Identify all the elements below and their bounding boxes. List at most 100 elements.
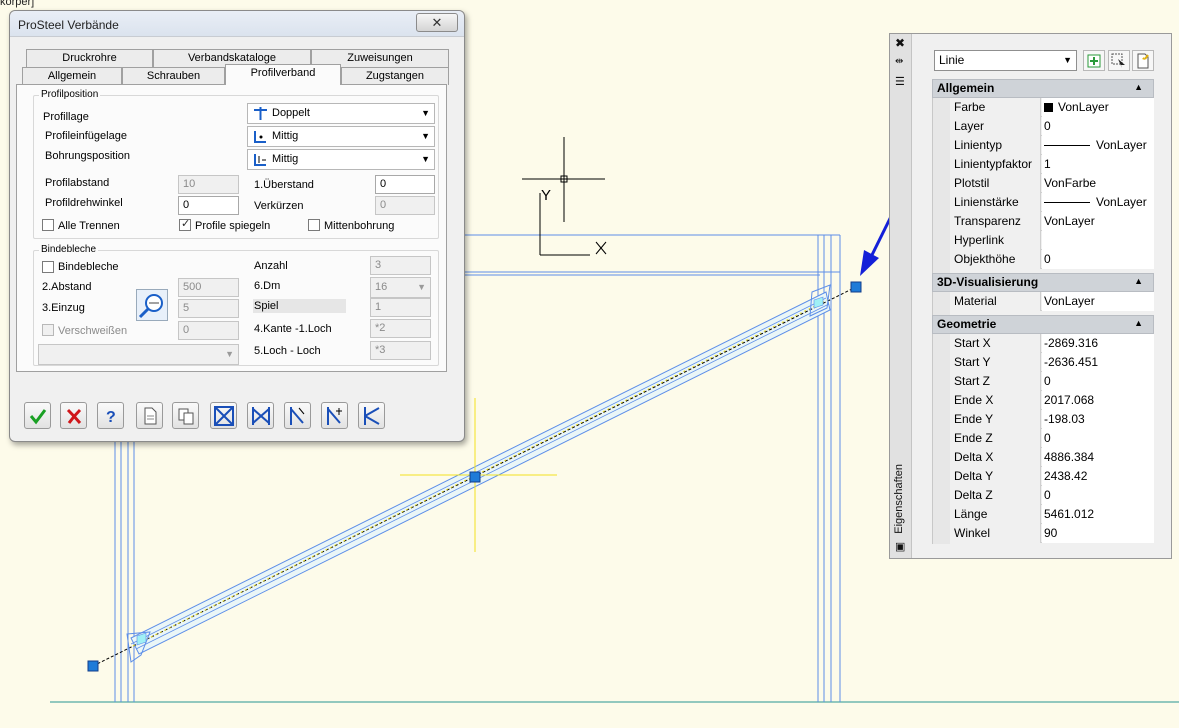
prop-row[interactable]: Plotstil VonFarbe bbox=[950, 174, 1154, 193]
field-loch-loch[interactable]: *3 bbox=[370, 341, 431, 360]
field-ueberstand[interactable]: 0 bbox=[375, 175, 435, 194]
quick-select-button[interactable] bbox=[1132, 50, 1154, 71]
lineweight-sample bbox=[1044, 202, 1090, 203]
checkbox-mittenbohrung[interactable] bbox=[308, 219, 320, 231]
section-header-geometrie[interactable]: Geometrie ▲ bbox=[932, 315, 1154, 334]
tab-schrauben[interactable]: Schrauben bbox=[122, 67, 225, 85]
prop-row[interactable]: Delta Z0 bbox=[950, 486, 1154, 505]
group-legend-profilposition: Profilposition bbox=[39, 89, 101, 100]
combo-verschweissen-art[interactable]: ▼ bbox=[38, 344, 239, 365]
checkbox-verschweissen[interactable] bbox=[42, 324, 54, 336]
tab-profilverband[interactable]: Profilverband bbox=[225, 64, 341, 85]
label-kante-loch: 4.Kante -1.Loch bbox=[254, 323, 332, 335]
grip-start[interactable] bbox=[87, 660, 99, 672]
tab-allgemein[interactable]: Allgemein bbox=[22, 67, 122, 85]
combo-profileinfuegelage[interactable]: Mittig ▼ bbox=[247, 126, 435, 147]
prop-row[interactable]: Start Z0 bbox=[950, 372, 1154, 391]
brace-cross-add-icon bbox=[214, 406, 234, 426]
section-header-allgemein[interactable]: Allgemein ▲ bbox=[932, 79, 1154, 98]
select-objects-icon bbox=[1111, 53, 1125, 68]
field-profilabstand[interactable]: 10 bbox=[178, 175, 239, 194]
dialog-title: ProSteel Verbände bbox=[18, 18, 119, 32]
chevron-down-icon: ▼ bbox=[225, 349, 234, 359]
checkbox-profile-spiegeln[interactable]: ✓ bbox=[179, 218, 191, 231]
checkbox-alle-trennen[interactable] bbox=[42, 219, 54, 231]
field-anzahl[interactable]: 3 bbox=[370, 256, 431, 275]
field-abstand[interactable]: 500 bbox=[178, 278, 239, 297]
field-spiel[interactable]: 1 bbox=[370, 298, 431, 317]
prop-row[interactable]: Delta X 4886.384 bbox=[950, 448, 1154, 467]
toggle-pickadd-button[interactable] bbox=[1083, 50, 1105, 71]
doppelt-profile-icon bbox=[254, 107, 267, 120]
field-verschweissen[interactable]: 0 bbox=[178, 321, 239, 340]
checkbox-bindebleche[interactable] bbox=[42, 261, 54, 273]
prop-row[interactable]: Start Y -2636.451 bbox=[950, 353, 1154, 372]
ok-button[interactable] bbox=[24, 402, 51, 429]
combo-profillage[interactable]: Doppelt ▼ bbox=[247, 103, 435, 124]
prop-row[interactable]: Material VonLayer bbox=[950, 292, 1154, 311]
color-swatch bbox=[1044, 103, 1053, 112]
prop-row[interactable]: Delta Y 2438.42 bbox=[950, 467, 1154, 486]
brace-single-button[interactable] bbox=[284, 402, 311, 429]
autohide-icon[interactable]: ⇹ bbox=[895, 56, 903, 67]
grip-mid[interactable] bbox=[469, 471, 481, 483]
brace-x-add-button[interactable] bbox=[210, 402, 237, 429]
brace-diagonal-icon bbox=[290, 407, 305, 425]
label-verkuerzen: Verkürzen bbox=[254, 200, 304, 212]
prop-row[interactable]: Ende X 2017.068 bbox=[950, 391, 1154, 410]
cancel-x-icon bbox=[66, 408, 82, 424]
combo-dm[interactable]: 16 ▼ bbox=[370, 277, 431, 298]
prop-row[interactable]: Hyperlink bbox=[950, 231, 1154, 250]
label-anzahl: Anzahl bbox=[254, 260, 288, 272]
mittig-insert-icon bbox=[254, 131, 266, 143]
new-document-button[interactable] bbox=[136, 402, 163, 429]
palette-settings-icon[interactable]: ▣ bbox=[895, 540, 905, 553]
svg-text:?: ? bbox=[106, 409, 116, 426]
prop-row[interactable]: Ende Y -198.03 bbox=[950, 410, 1154, 429]
dialog-titlebar[interactable]: ProSteel Verbände ✕ bbox=[10, 11, 464, 37]
bohrung-mittig-icon bbox=[254, 154, 266, 166]
quick-select-icon bbox=[1137, 53, 1149, 69]
combo-bohrungsposition[interactable]: Mittig ▼ bbox=[247, 149, 435, 170]
field-einzug[interactable]: 5 bbox=[178, 299, 239, 318]
copy-button[interactable] bbox=[172, 402, 199, 429]
grip-end[interactable] bbox=[850, 281, 862, 293]
prop-row[interactable]: Linientypfaktor 1 bbox=[950, 155, 1154, 174]
brace-x-button[interactable] bbox=[247, 402, 274, 429]
prop-row[interactable]: Linientyp VonLayer bbox=[950, 136, 1154, 155]
prop-row[interactable]: Farbe VonLayer bbox=[950, 98, 1154, 117]
prop-row[interactable]: Transparenz VonLayer bbox=[950, 212, 1154, 231]
magnifier-icon[interactable] bbox=[136, 289, 168, 321]
brace-single-add-button[interactable] bbox=[321, 402, 348, 429]
prop-row[interactable]: Layer 0 bbox=[950, 117, 1154, 136]
cancel-button[interactable] bbox=[60, 402, 87, 429]
checkmark-icon: ✓ bbox=[181, 218, 191, 230]
tab-druckrohre[interactable]: Druckrohre bbox=[26, 49, 153, 67]
section-title-allgemein: Allgemein bbox=[937, 81, 995, 95]
checkmark-icon bbox=[29, 409, 47, 425]
section-header-3d-visualisierung[interactable]: 3D-Visualisierung ▲ bbox=[932, 273, 1154, 292]
prop-row[interactable]: Winkel 90 bbox=[950, 524, 1154, 543]
field-kante-loch[interactable]: *2 bbox=[370, 319, 431, 338]
properties-menu-icon[interactable]: ☰ bbox=[895, 75, 905, 88]
dialog-close-button[interactable]: ✕ bbox=[416, 13, 458, 32]
field-profildrehwinkel[interactable]: 0 bbox=[178, 196, 239, 215]
prop-row[interactable]: Ende Z0 bbox=[950, 429, 1154, 448]
brace-k-button[interactable] bbox=[358, 402, 385, 429]
prop-row[interactable]: Linienstärke VonLayer bbox=[950, 193, 1154, 212]
select-objects-button[interactable] bbox=[1108, 50, 1130, 71]
help-button[interactable]: ? bbox=[97, 402, 124, 429]
prop-row[interactable]: Start X -2869.316 bbox=[950, 334, 1154, 353]
prop-row[interactable]: Objekthöhe 0 bbox=[950, 250, 1154, 269]
selection-combo[interactable]: Linie ▼ bbox=[934, 50, 1077, 71]
combo-profillage-value: Doppelt bbox=[272, 107, 310, 119]
ucs-y-label: Y bbox=[541, 187, 551, 204]
combo-dm-value: 16 bbox=[375, 281, 388, 293]
ucs-icon bbox=[522, 137, 607, 256]
label-profildrehwinkel: Profildrehwinkel bbox=[45, 197, 123, 209]
linetype-sample bbox=[1044, 145, 1090, 146]
prop-row[interactable]: Länge 5461.012 bbox=[950, 505, 1154, 524]
field-verkuerzen[interactable]: 0 bbox=[375, 196, 435, 215]
close-icon[interactable]: ✖ bbox=[895, 36, 905, 50]
tab-zugstangen[interactable]: Zugstangen bbox=[341, 67, 449, 85]
